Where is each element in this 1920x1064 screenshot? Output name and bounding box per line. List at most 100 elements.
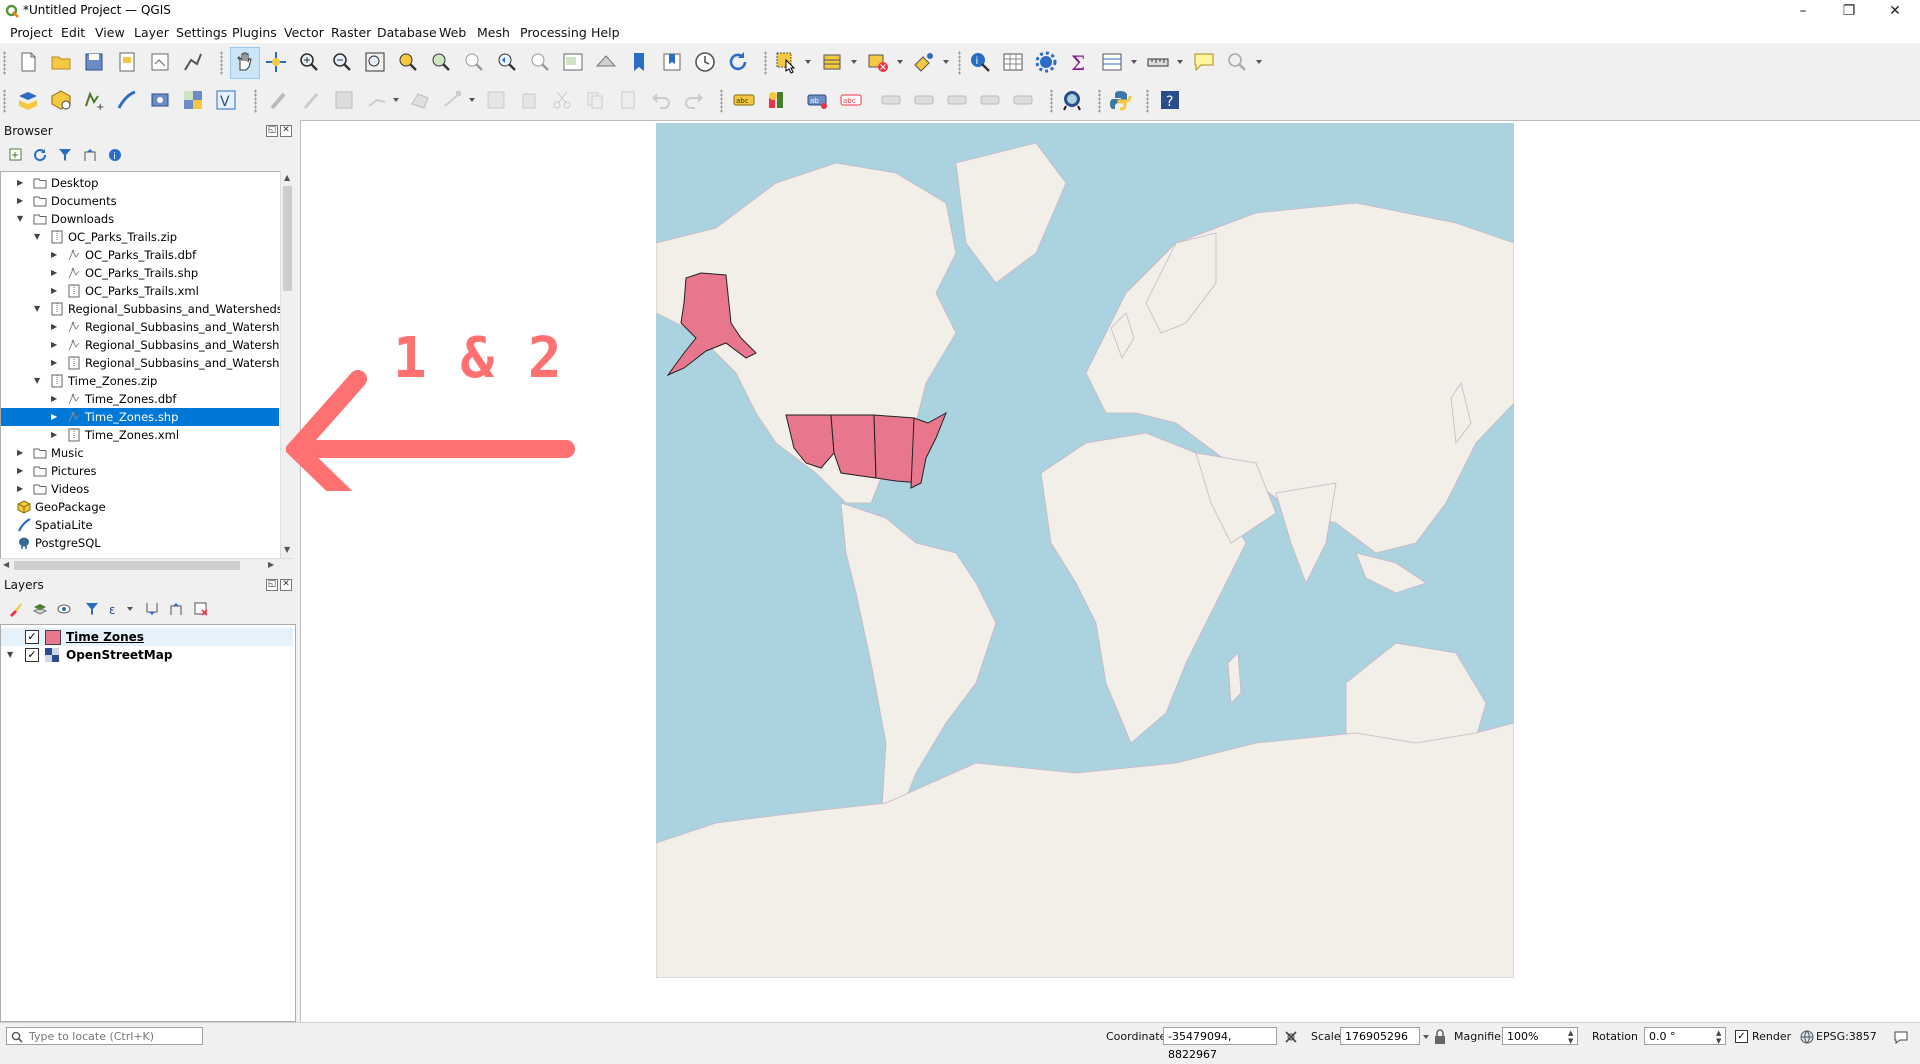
data-source-manager-icon[interactable] (16, 88, 40, 112)
label-toolbar-icon[interactable]: abc (732, 88, 756, 112)
rotation-spin-icon[interactable]: ▲ ▼ (1716, 1029, 1721, 1045)
cut-features-icon[interactable] (550, 88, 574, 112)
messages-icon[interactable] (1893, 1029, 1909, 1045)
dropdown-arrow-icon[interactable] (1131, 60, 1137, 64)
browser-item-spatialite[interactable]: SpatiaLite (1, 516, 279, 534)
layer-visibility-checkbox[interactable]: ✓ (25, 648, 39, 662)
menu-settings[interactable]: Settings (176, 25, 227, 40)
menu-web[interactable]: Web (439, 25, 466, 40)
layer-symbol-swatch[interactable] (45, 630, 61, 645)
browser-item-documents[interactable]: ▶ Documents (1, 192, 279, 210)
open-attribute-table-icon[interactable] (1001, 50, 1025, 74)
locator-input[interactable]: Type to locate (Ctrl+K) (6, 1027, 203, 1045)
browser-item-time-zones-zip[interactable]: ▼ Time_Zones.zip (1, 372, 279, 390)
menu-processing[interactable]: Processing (520, 25, 587, 40)
toolbar-handle[interactable] (1098, 89, 1101, 113)
expand-arrow-icon[interactable]: ▶ (51, 430, 57, 439)
lock-scale-icon[interactable] (1433, 1029, 1447, 1045)
identify-features-icon[interactable]: i (968, 50, 992, 74)
move-label-icon[interactable] (880, 88, 904, 112)
dropdown-arrow-icon[interactable] (1256, 60, 1262, 64)
expand-arrow-icon[interactable]: ▶ (51, 394, 57, 403)
browser-item-music[interactable]: ▶ Music (1, 444, 279, 462)
zoom-full-icon[interactable] (363, 50, 387, 74)
expand-arrow-icon[interactable]: ▼ (7, 650, 13, 659)
zoom-in-icon[interactable] (297, 50, 321, 74)
browser-item-regional-subbasins-and-watersheds-zi[interactable]: ▼ Regional_Subbasins_and_Watersheds.zi (1, 300, 281, 318)
expand-arrow-icon[interactable]: ▶ (51, 358, 57, 367)
rotation-field[interactable]: 0.0 ° (1644, 1027, 1726, 1045)
toolbar-handle[interactable] (3, 89, 6, 113)
new-shapefile-layer-icon[interactable]: + (82, 88, 106, 112)
dropdown-arrow-icon[interactable] (393, 98, 399, 102)
new-temporary-layer-icon[interactable] (148, 88, 172, 112)
new-map-view-icon[interactable] (561, 50, 585, 74)
quickmapservices-icon[interactable] (1060, 88, 1084, 112)
browser-horizontal-scrollbar[interactable]: ◀ ▶ (0, 558, 294, 572)
collapse-arrow-icon[interactable]: ▼ (34, 376, 40, 385)
dropdown-arrow-icon[interactable] (943, 60, 949, 64)
browser-item-regional-subbasins-and-watershed[interactable]: ▶ Regional_Subbasins_and_Watershed (1, 336, 281, 354)
collapse-arrow-icon[interactable]: ▼ (17, 214, 23, 223)
world-map[interactable] (656, 123, 1514, 978)
dropdown-arrow-icon[interactable] (851, 60, 857, 64)
undo-icon[interactable] (649, 88, 673, 112)
menu-database[interactable]: Database (377, 25, 437, 40)
collapse-arrow-icon[interactable]: ▼ (34, 304, 40, 313)
rotate-label-icon[interactable] (913, 88, 937, 112)
expand-arrow-icon[interactable]: ▶ (17, 178, 23, 187)
toolbar-handle[interactable] (958, 51, 961, 75)
refresh-icon[interactable] (726, 50, 750, 74)
deselect-all-icon[interactable] (866, 50, 890, 74)
browser-item-time-zones-shp[interactable]: ▶ Time_Zones.shp (1, 408, 279, 426)
crs-label[interactable]: EPSG:3857 (1816, 1030, 1877, 1043)
help-icon[interactable]: ? (1158, 88, 1182, 112)
dropdown-arrow-icon[interactable] (1177, 60, 1183, 64)
expand-arrow-icon[interactable]: ▶ (17, 196, 23, 205)
menu-project[interactable]: Project (10, 25, 53, 40)
expand-arrow-icon[interactable]: ▶ (51, 250, 57, 259)
layer-row-time-zones[interactable]: ✓ Time Zones (1, 628, 293, 646)
filter-browser-icon[interactable] (57, 147, 73, 163)
toolbar-handle[interactable] (764, 51, 767, 75)
redo-icon[interactable] (682, 88, 706, 112)
new-geopackage-layer-icon[interactable] (49, 88, 73, 112)
dropdown-arrow-icon[interactable] (805, 60, 811, 64)
layer-diagram-icon[interactable] (765, 88, 789, 112)
menu-help[interactable]: Help (591, 25, 620, 40)
toggle-editing-icon[interactable] (299, 88, 323, 112)
collapse-all-icon[interactable] (168, 601, 184, 617)
browser-item-oc-parks-trails-shp[interactable]: ▶ OC_Parks_Trails.shp (1, 264, 279, 282)
toolbar-handle[interactable] (254, 89, 257, 113)
zoom-next-icon[interactable] (528, 50, 552, 74)
select-by-location-icon[interactable] (912, 50, 936, 74)
scale-dropdown-arrow-icon[interactable] (1423, 1035, 1429, 1039)
zoom-out-icon[interactable] (330, 50, 354, 74)
save-project-icon[interactable] (82, 50, 106, 74)
highlight-pinned-labels-icon[interactable]: ab (806, 88, 830, 112)
add-polygon-icon[interactable] (408, 88, 432, 112)
browser-tree[interactable]: ▶ Desktop ▶ Documents ▼ Downloads ▼ OC_Parks_Tr… (0, 171, 282, 560)
add-group-icon[interactable] (32, 601, 48, 617)
toolbar-handle[interactable] (220, 51, 223, 75)
refresh-browser-icon[interactable] (32, 147, 48, 163)
scroll-left-icon[interactable]: ◀ (3, 560, 9, 569)
style-manager-icon[interactable] (181, 50, 205, 74)
close-panel-icon[interactable]: ✕ (280, 125, 292, 137)
layer-visibility-checkbox[interactable]: ✓ (25, 630, 39, 644)
browser-item-desktop[interactable]: ▶ Desktop (1, 174, 279, 192)
crs-globe-icon[interactable] (1800, 1030, 1814, 1044)
new-project-icon[interactable] (16, 50, 40, 74)
collapse-all-icon[interactable] (82, 147, 98, 163)
new-3d-map-view-icon[interactable] (594, 50, 618, 74)
browser-item-pictures[interactable]: ▶ Pictures (1, 462, 279, 480)
temporal-controller-icon[interactable] (693, 50, 717, 74)
modify-attributes-icon[interactable] (484, 88, 508, 112)
dropdown-arrow-icon[interactable] (127, 607, 133, 611)
toolbar-handle[interactable] (3, 51, 6, 75)
menu-vector[interactable]: Vector (284, 25, 324, 40)
scroll-thumb[interactable] (14, 561, 240, 570)
dropdown-arrow-icon[interactable] (469, 98, 475, 102)
delete-selected-icon[interactable] (517, 88, 541, 112)
toolbar-handle[interactable] (1146, 89, 1149, 113)
